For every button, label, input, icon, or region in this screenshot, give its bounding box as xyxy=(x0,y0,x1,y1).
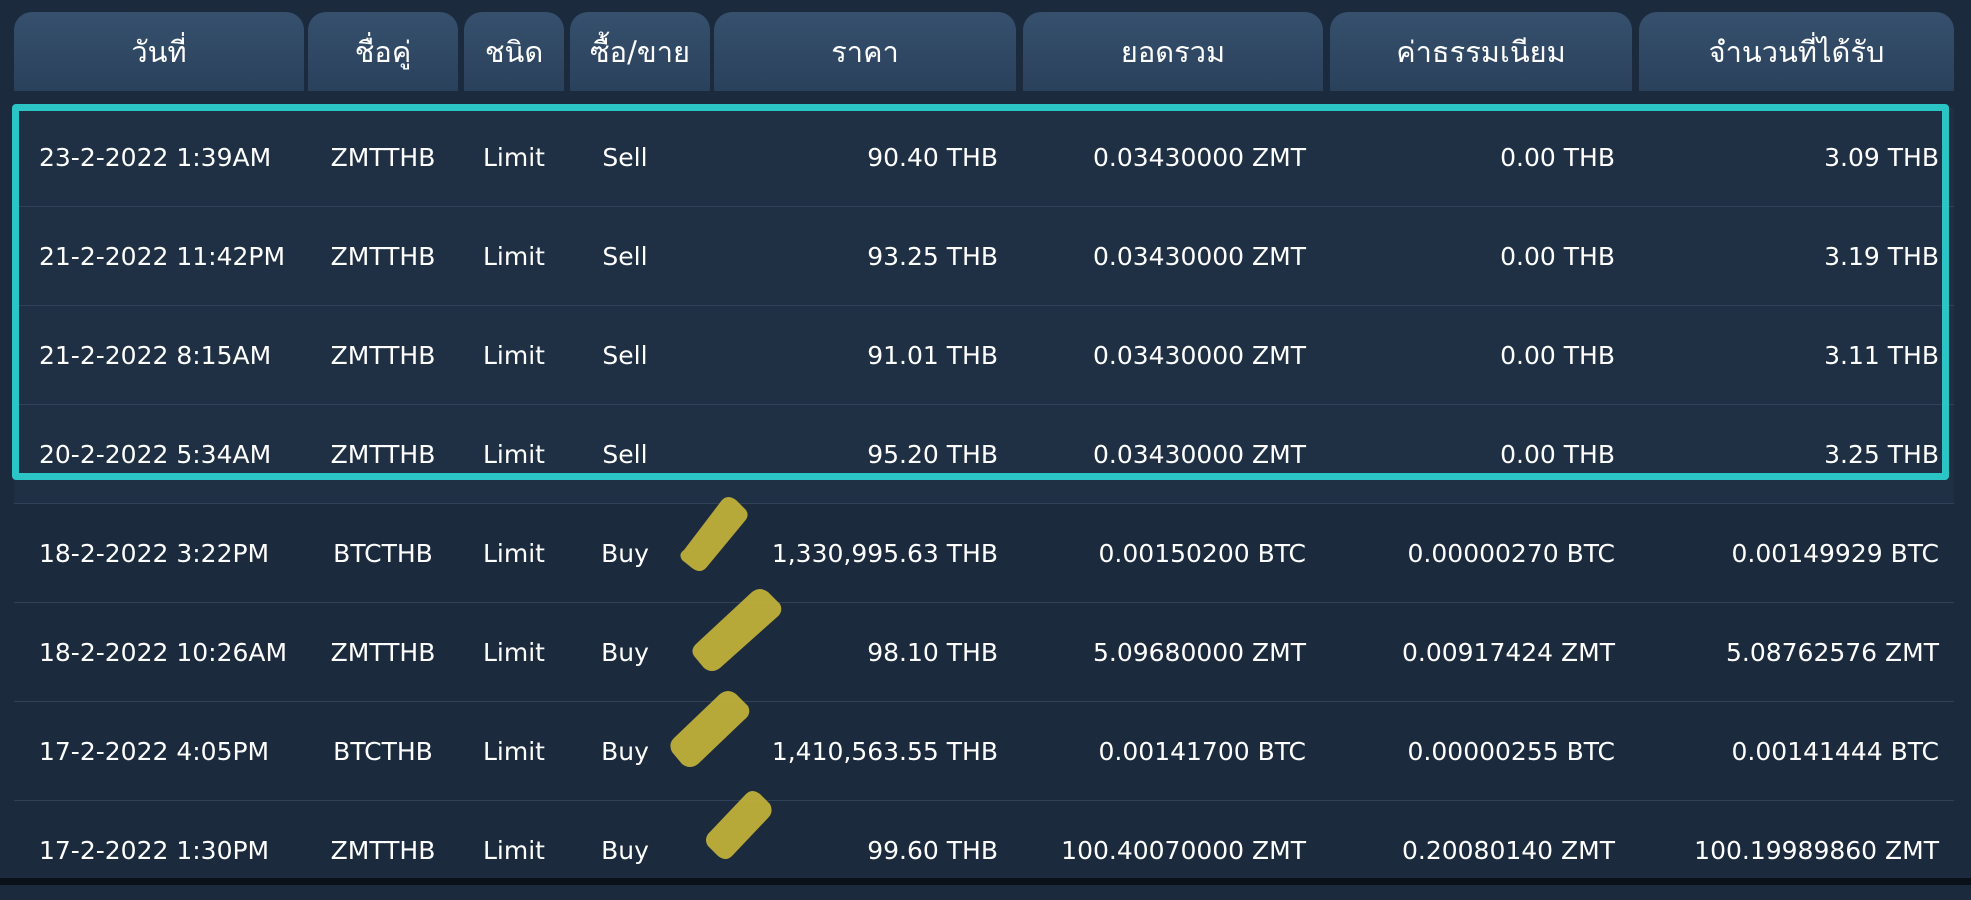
cell-pair: BTCTHB xyxy=(333,737,433,766)
cell-type: Limit xyxy=(483,242,545,271)
column-header-fee[interactable]: ค่าธรรมเนียม xyxy=(1330,12,1632,91)
cell-side: Sell xyxy=(602,242,648,271)
cell-type: Limit xyxy=(483,539,545,568)
redaction-mark xyxy=(706,791,772,859)
table-row[interactable]: 18-2-2022 3:22PM BTCTHB Limit Buy 1,330,… xyxy=(14,504,1954,603)
cell-pair: ZMTTHB xyxy=(330,638,436,667)
redaction-mark xyxy=(670,691,750,767)
redaction-mark xyxy=(680,497,748,571)
cell-received: 3.19 THB xyxy=(1824,242,1939,271)
order-history-table: วันที่ ชื่อคู่ ชนิด ซื้อ/ขาย ราคา ยอดรวม… xyxy=(14,12,1954,865)
table-row[interactable]: 20-2-2022 5:34AM ZMTTHB Limit Sell 95.20… xyxy=(14,405,1954,504)
cell-total: 0.03430000 ZMT xyxy=(1092,341,1306,370)
table-row[interactable]: 17-2-2022 1:30PM ZMTTHB Limit Buy 99.60 … xyxy=(14,801,1954,900)
cell-total: 0.03430000 ZMT xyxy=(1092,440,1306,469)
column-header-total[interactable]: ยอดรวม xyxy=(1023,12,1323,91)
cell-type: Limit xyxy=(483,737,545,766)
cell-date: 17-2-2022 4:05PM xyxy=(39,737,270,766)
cell-date: 23-2-2022 1:39AM xyxy=(39,143,272,172)
cell-type: Limit xyxy=(483,440,545,469)
cell-fee: 0.00000270 BTC xyxy=(1407,539,1615,568)
column-header-date[interactable]: วันที่ xyxy=(14,12,304,91)
column-header-received[interactable]: จำนวนที่ได้รับ xyxy=(1639,12,1954,91)
column-header-price[interactable]: ราคา xyxy=(714,12,1016,91)
cell-fee: 0.00 THB xyxy=(1500,440,1615,469)
cell-fee: 0.00 THB xyxy=(1500,341,1615,370)
cell-fee: 0.00000255 BTC xyxy=(1407,737,1615,766)
cell-side: Buy xyxy=(601,539,649,568)
cell-date: 21-2-2022 8:15AM xyxy=(39,341,272,370)
table-header: วันที่ ชื่อคู่ ชนิด ซื้อ/ขาย ราคา ยอดรวม… xyxy=(14,12,1954,91)
cell-side: Sell xyxy=(602,143,648,172)
table-row[interactable]: 17-2-2022 4:05PM BTCTHB Limit Buy 1,410,… xyxy=(14,702,1954,801)
cell-side: Sell xyxy=(602,341,648,370)
cell-received: 3.09 THB xyxy=(1824,143,1939,172)
cell-total: 0.03430000 ZMT xyxy=(1092,143,1306,172)
cell-received: 5.08762576 ZMT xyxy=(1725,638,1939,667)
cell-received: 3.11 THB xyxy=(1824,341,1939,370)
cell-fee: 0.00 THB xyxy=(1500,242,1615,271)
cell-type: Limit xyxy=(483,143,545,172)
cell-total: 0.00141700 BTC xyxy=(1098,737,1306,766)
table-body: 23-2-2022 1:39AM ZMTTHB Limit Sell 90.40… xyxy=(14,108,1954,900)
cell-fee: 0.00917424 ZMT xyxy=(1401,638,1615,667)
cell-fee: 0.20080140 ZMT xyxy=(1401,836,1615,865)
cell-total: 100.40070000 ZMT xyxy=(1061,836,1306,865)
cell-received: 3.25 THB xyxy=(1824,440,1939,469)
cell-pair: ZMTTHB xyxy=(330,341,436,370)
cell-price: 91.01 THB xyxy=(867,341,998,370)
cell-side: Buy xyxy=(601,836,649,865)
column-header-type[interactable]: ชนิด xyxy=(464,12,564,91)
cell-received: 100.19989860 ZMT xyxy=(1694,836,1939,865)
cell-fee: 0.00 THB xyxy=(1500,143,1615,172)
table-row[interactable]: 21-2-2022 8:15AM ZMTTHB Limit Sell 91.01… xyxy=(14,306,1954,405)
cell-type: Limit xyxy=(483,638,545,667)
cell-price: 90.40 THB xyxy=(867,143,998,172)
cell-total: 5.09680000 ZMT xyxy=(1092,638,1306,667)
cell-received: 0.00149929 BTC xyxy=(1731,539,1939,568)
cell-date: 21-2-2022 11:42PM xyxy=(39,242,286,271)
cell-pair: ZMTTHB xyxy=(330,242,436,271)
cell-side: Sell xyxy=(602,440,648,469)
cell-pair: BTCTHB xyxy=(333,539,433,568)
cell-date: 20-2-2022 5:34AM xyxy=(39,440,272,469)
column-header-side[interactable]: ซื้อ/ขาย xyxy=(570,12,710,91)
cell-pair: ZMTTHB xyxy=(330,143,436,172)
cell-date: 18-2-2022 10:26AM xyxy=(39,638,288,667)
cell-total: 0.00150200 BTC xyxy=(1098,539,1306,568)
cell-pair: ZMTTHB xyxy=(330,440,436,469)
redaction-mark xyxy=(692,589,782,671)
cell-total: 0.03430000 ZMT xyxy=(1092,242,1306,271)
cell-price: 93.25 THB xyxy=(867,242,998,271)
cell-date: 18-2-2022 3:22PM xyxy=(39,539,270,568)
table-row[interactable]: 23-2-2022 1:39AM ZMTTHB Limit Sell 90.40… xyxy=(14,108,1954,207)
cell-pair: ZMTTHB xyxy=(330,836,436,865)
bottom-edge xyxy=(0,878,1971,885)
cell-type: Limit xyxy=(483,836,545,865)
cell-received: 0.00141444 BTC xyxy=(1731,737,1939,766)
table-row[interactable]: 18-2-2022 10:26AM ZMTTHB Limit Buy 98.10… xyxy=(14,603,1954,702)
table-row[interactable]: 21-2-2022 11:42PM ZMTTHB Limit Sell 93.2… xyxy=(14,207,1954,306)
cell-type: Limit xyxy=(483,341,545,370)
cell-date: 17-2-2022 1:30PM xyxy=(39,836,270,865)
column-header-pair[interactable]: ชื่อคู่ xyxy=(308,12,458,91)
